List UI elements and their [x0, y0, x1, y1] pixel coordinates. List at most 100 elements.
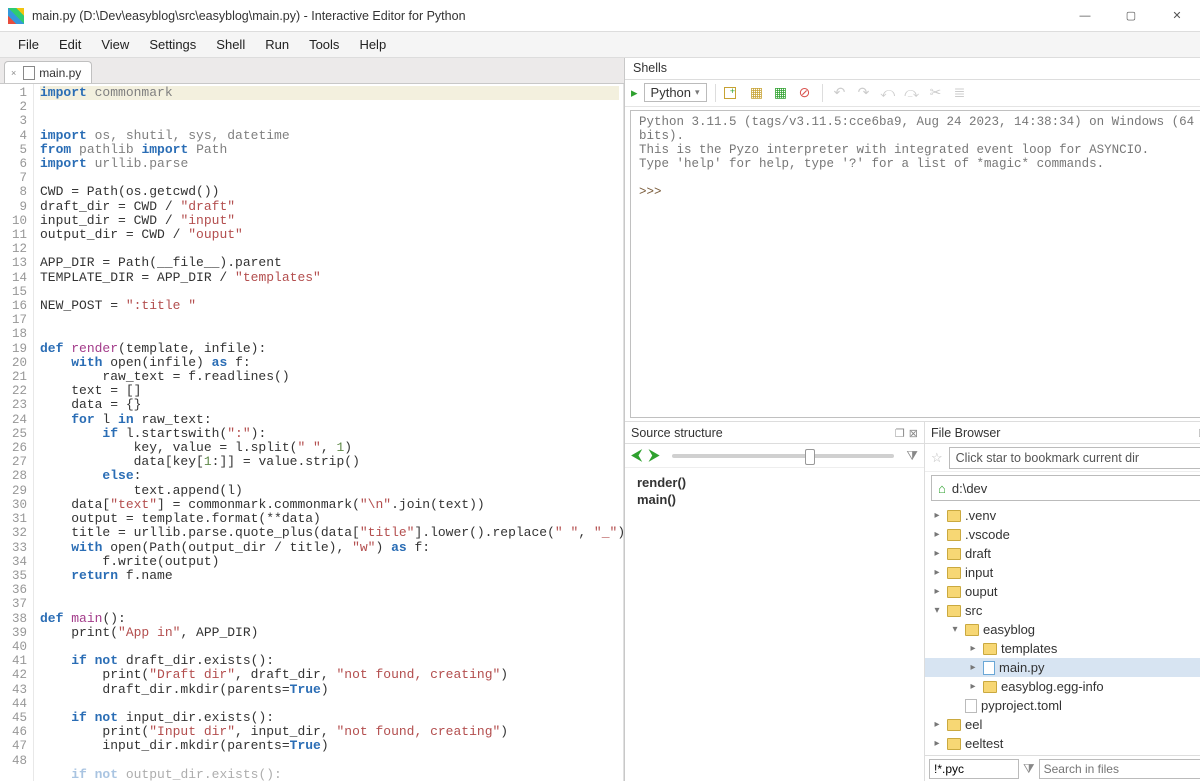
structure-item[interactable]: render()	[637, 474, 912, 491]
tree-item[interactable]: ▸ main.py	[925, 658, 1200, 677]
code-line[interactable]: print("App in", APP_DIR)	[40, 625, 258, 640]
search-input[interactable]	[1039, 759, 1200, 779]
structure-slider[interactable]	[672, 454, 894, 458]
menu-help[interactable]: Help	[349, 34, 396, 55]
close-button[interactable]: ✕	[1154, 0, 1200, 32]
new-shell-icon[interactable]	[724, 84, 742, 102]
code-line[interactable]	[40, 170, 48, 185]
panel-close-icon[interactable]: ⊠	[909, 428, 918, 440]
tree-expand-icon[interactable]: ▸	[931, 586, 943, 597]
tree-item[interactable]: ▸ eel	[925, 715, 1200, 734]
code-line[interactable]: APP_DIR = Path(__file__).parent	[40, 255, 282, 270]
code-line[interactable]	[40, 113, 48, 128]
code-line[interactable]	[40, 582, 48, 597]
code-line[interactable]: if l.startswith(":"):	[40, 426, 266, 441]
path-bar[interactable]: ⌂ d:\dev	[931, 475, 1200, 501]
menu-edit[interactable]: Edit	[49, 34, 91, 55]
code-line[interactable]: if not draft_dir.exists():	[40, 653, 274, 668]
panel-detach-icon[interactable]: ❐	[895, 428, 905, 440]
code-line[interactable]: draft_dir = CWD / "draft"	[40, 199, 235, 214]
code-line[interactable]: print("Draft dir", draft_dir, "not found…	[40, 667, 508, 682]
code-line[interactable]: output_dir = CWD / "ouput"	[40, 227, 243, 242]
tab-close-icon[interactable]: ×	[11, 68, 16, 78]
filter-input[interactable]	[929, 759, 1019, 779]
code-line[interactable]: output = template.format(**data)	[40, 511, 321, 526]
tree-expand-icon[interactable]: ▸	[931, 548, 943, 559]
code-line[interactable]	[40, 696, 48, 711]
structure-item[interactable]: main()	[637, 491, 912, 508]
code-line[interactable]: text.append(l)	[40, 483, 243, 498]
code-line[interactable]: key, value = l.split(" ", 1)	[40, 440, 352, 455]
shell-action2-icon[interactable]: ▦	[748, 84, 766, 102]
shell-action3-icon[interactable]: ▦	[772, 84, 790, 102]
nav-back-icon[interactable]: ⮜	[631, 447, 642, 465]
tree-expand-icon[interactable]: ▸	[931, 567, 943, 578]
shell-run-icon[interactable]: ▸	[631, 85, 638, 101]
step-forward-icon[interactable]: ⤼	[903, 84, 921, 102]
code-line[interactable]: title = urllib.parse.quote_plus(data["ti…	[40, 525, 623, 540]
code-line[interactable]	[40, 639, 48, 654]
code-line[interactable]: for l in raw_text:	[40, 412, 212, 427]
nav-forward-icon[interactable]: ⮞	[648, 447, 660, 465]
menu-file[interactable]: File	[8, 34, 49, 55]
menu-settings[interactable]: Settings	[139, 34, 206, 55]
code-line[interactable]	[40, 326, 48, 341]
cut-icon[interactable]: ✂	[927, 84, 945, 102]
code-line[interactable]: TEMPLATE_DIR = APP_DIR / "templates"	[40, 270, 321, 285]
terminate-shell-icon[interactable]: ⊘	[796, 84, 814, 102]
tree-item[interactable]: ▸ draft	[925, 544, 1200, 563]
code-line[interactable]: def render(template, infile):	[40, 341, 266, 356]
code-line[interactable]: data = {}	[40, 397, 141, 412]
code-line[interactable]: import commonmark	[40, 86, 619, 100]
tree-item[interactable]: ▾ src	[925, 601, 1200, 620]
code-line[interactable]: text = []	[40, 383, 141, 398]
code-line[interactable]	[40, 284, 48, 299]
tree-expand-icon[interactable]: ▸	[931, 510, 943, 521]
shell-output[interactable]: Python 3.11.5 (tags/v3.11.5:cce6ba9, Aug…	[630, 110, 1200, 418]
code-line[interactable]: raw_text = f.readlines()	[40, 369, 290, 384]
code-line[interactable]	[40, 241, 48, 256]
tree-item[interactable]: ▸ input	[925, 563, 1200, 582]
list-icon[interactable]: ≣	[951, 84, 969, 102]
tree-expand-icon[interactable]: ▸	[931, 738, 943, 749]
tree-item[interactable]: ▸ .vscode	[925, 525, 1200, 544]
menu-run[interactable]: Run	[255, 34, 299, 55]
code-line[interactable]: CWD = Path(os.getcwd())	[40, 184, 219, 199]
code-line[interactable]: from pathlib import Path	[40, 142, 227, 157]
code-line[interactable]: with open(infile) as f:	[40, 355, 251, 370]
tree-item[interactable]: ▸ .venv	[925, 506, 1200, 525]
filter-icon[interactable]: ⧩	[1023, 761, 1035, 777]
code-line[interactable]: if not output_dir.exists():	[40, 767, 282, 781]
tree-item[interactable]: ▸ ouput	[925, 582, 1200, 601]
filter-icon[interactable]: ⧩	[906, 448, 918, 464]
menu-view[interactable]: View	[91, 34, 139, 55]
code-line[interactable]: with open(Path(output_dir / title), "w")…	[40, 540, 430, 555]
code-line[interactable]: def main():	[40, 611, 126, 626]
code-line[interactable]: if not input_dir.exists():	[40, 710, 274, 725]
step-back-icon[interactable]: ⤺	[879, 84, 897, 102]
tree-item[interactable]: ▸ templates	[925, 639, 1200, 658]
shell-selector[interactable]: Python▾	[644, 83, 707, 102]
menu-tools[interactable]: Tools	[299, 34, 349, 55]
code-area[interactable]: import commonmark import os, shutil, sys…	[34, 84, 623, 781]
file-tab[interactable]: × main.py	[4, 61, 92, 83]
code-line[interactable]: data[key[1:]] = value.strip()	[40, 454, 360, 469]
minimize-button[interactable]: —	[1062, 0, 1108, 32]
code-editor[interactable]: 1234567891011121314151617181920212223242…	[0, 84, 624, 781]
bookmark-star-icon[interactable]: ☆	[931, 450, 943, 466]
file-tree[interactable]: ▸ .venv ▸ .vscode ▸ draft ▸ input ▸ oupu…	[925, 504, 1200, 755]
home-icon[interactable]: ⌂	[938, 481, 946, 496]
tree-expand-icon[interactable]: ▸	[931, 529, 943, 540]
code-line[interactable]: input_dir.mkdir(parents=True)	[40, 738, 329, 753]
maximize-button[interactable]: ▢	[1108, 0, 1154, 32]
undo-icon[interactable]: ↶	[831, 84, 849, 102]
tree-item[interactable]: ▾ easyblog	[925, 620, 1200, 639]
code-line[interactable]: return f.name	[40, 568, 173, 583]
redo-icon[interactable]: ↷	[855, 84, 873, 102]
source-structure-list[interactable]: render()main()	[625, 468, 924, 514]
tree-expand-icon[interactable]: ▸	[967, 681, 979, 692]
tree-expand-icon[interactable]: ▾	[949, 624, 961, 635]
code-line[interactable]: NEW_POST = ":title "	[40, 298, 196, 313]
menu-shell[interactable]: Shell	[206, 34, 255, 55]
tree-expand-icon[interactable]: ▾	[931, 605, 943, 616]
